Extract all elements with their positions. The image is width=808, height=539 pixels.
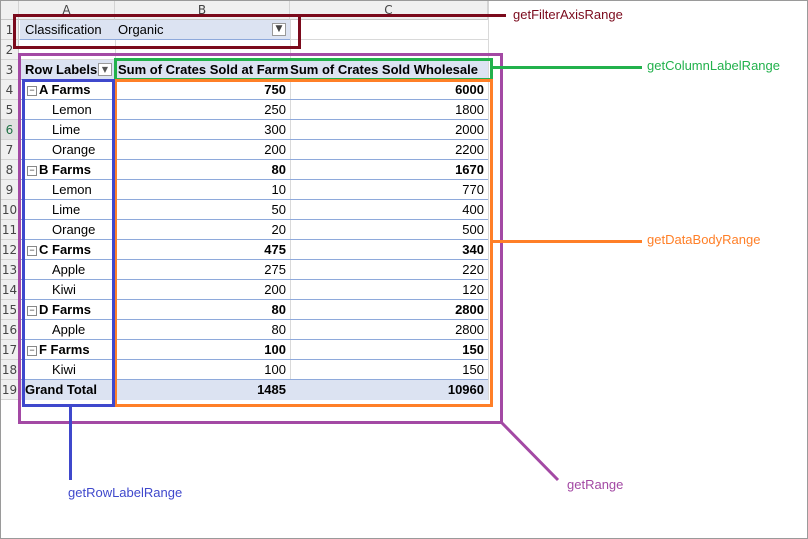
row-header-7[interactable]: 7	[1, 140, 19, 160]
row-header-14[interactable]: 14	[1, 280, 19, 300]
range-label: getRange	[567, 477, 624, 492]
row-header-11[interactable]: 11	[1, 220, 19, 240]
row-label-range-label: getRowLabelRange	[68, 485, 183, 500]
row-header-3[interactable]: 3	[1, 60, 19, 80]
row-header-15[interactable]: 15	[1, 300, 19, 320]
column-label-range-box	[114, 58, 493, 81]
row-header-6[interactable]: 6	[1, 120, 19, 140]
grid-right-gap	[488, 1, 489, 20]
column-header-c[interactable]: C	[290, 1, 488, 20]
filter-axis-connector	[300, 14, 506, 17]
row-header-12[interactable]: 12	[1, 240, 19, 260]
row-header-4[interactable]: 4	[1, 80, 19, 100]
row-header-19[interactable]: 19	[1, 380, 19, 400]
filter-axis-range-box	[13, 14, 301, 49]
row-header-13[interactable]: 13	[1, 260, 19, 280]
row-header-8[interactable]: 8	[1, 160, 19, 180]
pivot-diagram: A B C 1 2 3 4 5 6 7 8 9 10 11 12 13 14 15 16 17 18 19 Classifi…	[0, 0, 808, 539]
row-header-10[interactable]: 10	[1, 200, 19, 220]
data-body-connector	[492, 240, 642, 243]
column-label-connector	[492, 66, 642, 69]
filter-axis-range-label: getFilterAxisRange	[513, 7, 623, 22]
column-label-range-label: getColumnLabelRange	[647, 58, 780, 73]
row-header-17[interactable]: 17	[1, 340, 19, 360]
row-header-5[interactable]: 5	[1, 100, 19, 120]
row-label-connector	[69, 406, 72, 480]
range-connector	[499, 420, 560, 482]
data-body-range-box	[114, 79, 493, 407]
data-body-range-label: getDataBodyRange	[647, 232, 761, 247]
row-header-9[interactable]: 9	[1, 180, 19, 200]
row-header-18[interactable]: 18	[1, 360, 19, 380]
row-header-16[interactable]: 16	[1, 320, 19, 340]
row-label-range-box	[22, 79, 115, 407]
